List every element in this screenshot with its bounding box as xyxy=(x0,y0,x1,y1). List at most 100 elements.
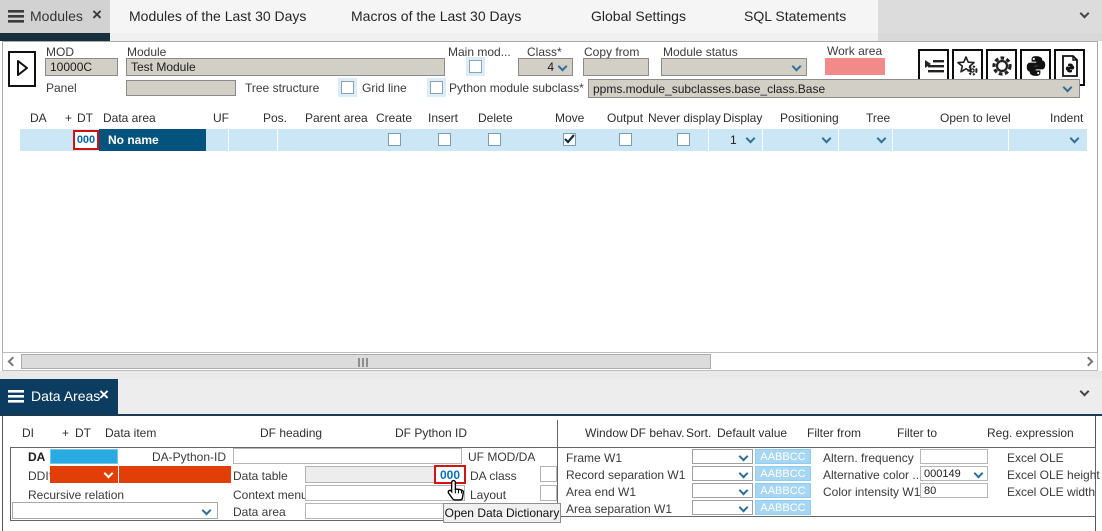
chevron-down-icon xyxy=(1063,83,1073,93)
chevron-down-icon xyxy=(202,506,212,516)
da-label: DA xyxy=(28,450,45,464)
col-data-item: Data item xyxy=(105,426,156,440)
uf-mod-da-label: UF MOD/DA xyxy=(468,450,535,464)
tab-data-areas-close-icon[interactable]: × xyxy=(99,385,109,405)
frame-w1-select[interactable] xyxy=(692,449,753,464)
scrollbar-thumb[interactable] xyxy=(21,354,711,369)
row-data-area-cell[interactable]: No name xyxy=(99,129,206,151)
tab-modules-close-icon[interactable]: × xyxy=(92,5,102,25)
chevron-down-icon xyxy=(739,503,749,513)
copy-from-input[interactable] xyxy=(583,58,649,76)
row-dt-cell[interactable]: 000 xyxy=(73,130,99,150)
menu-icon[interactable] xyxy=(8,390,24,406)
class-label: Class* xyxy=(527,45,562,59)
mod-input[interactable]: 10000C xyxy=(45,58,118,76)
tab-underline-fill-right xyxy=(878,33,1102,41)
row-move-checkbox[interactable] xyxy=(563,133,576,146)
context-menu-label: Context menu xyxy=(233,488,308,502)
play-icon xyxy=(15,59,29,80)
checkmark-icon xyxy=(564,133,575,147)
tab-data-areas-label: Data Areas xyxy=(31,388,100,404)
panel-input[interactable] xyxy=(126,80,236,96)
recursive-relation-label: Recursive relation xyxy=(28,488,124,502)
layout-input[interactable] xyxy=(540,485,557,501)
da-python-id-input[interactable] xyxy=(233,448,462,464)
area-end-w1-color-field[interactable]: AABBCC xyxy=(755,483,811,498)
col-sort: Sort. xyxy=(686,426,711,440)
row-delete-checkbox[interactable] xyxy=(488,133,501,146)
menu-icon[interactable] xyxy=(8,10,24,26)
row-insert-checkbox[interactable] xyxy=(438,133,451,146)
area-separation-w1-select[interactable] xyxy=(692,500,753,515)
data-area-input[interactable] xyxy=(305,503,465,519)
col-plus[interactable]: + xyxy=(65,111,72,125)
main-mod-label: Main mod... xyxy=(448,45,511,59)
scroll-left-button[interactable] xyxy=(3,353,19,370)
col-reg-expression: Reg. expression xyxy=(987,426,1074,440)
col-df-behav: DF behav. xyxy=(630,426,684,440)
recursive-relation-select[interactable] xyxy=(12,502,218,519)
chevron-down-icon xyxy=(739,469,749,479)
copy-from-label: Copy from xyxy=(584,45,639,59)
tab-modules[interactable]: Modules × xyxy=(0,0,110,33)
col-pos: Pos. xyxy=(263,111,287,125)
frame-w1-color-field[interactable]: AABBCC xyxy=(755,449,811,464)
col-df-python-id: DF Python ID xyxy=(395,426,467,440)
python-module-subclass-checkbox[interactable] xyxy=(430,81,443,94)
row-never-display-checkbox[interactable] xyxy=(677,133,690,146)
module-status-label: Module status xyxy=(663,45,738,59)
chevron-left-icon xyxy=(8,357,18,367)
run-module-button[interactable] xyxy=(8,51,36,87)
tab-sql-statements[interactable]: SQL Statements xyxy=(744,8,846,24)
col-default-value: Default value xyxy=(717,426,787,440)
col-dt: DT xyxy=(77,111,93,125)
col-plus2[interactable]: + xyxy=(62,426,69,440)
layout-label: Layout xyxy=(470,488,506,502)
col-parent-area: Parent area xyxy=(305,111,368,125)
tab-data-areas[interactable]: Data Areas × xyxy=(0,379,118,414)
color-intensity-w1-input[interactable]: 80 xyxy=(920,483,988,498)
col-display: Display xyxy=(723,111,762,125)
context-menu-input[interactable] xyxy=(305,485,465,501)
frame-w1-label: Frame W1 xyxy=(566,451,622,465)
tab-modules-last-30-days[interactable]: Modules of the Last 30 Days xyxy=(129,8,306,24)
record-separation-w1-select[interactable] xyxy=(692,466,753,481)
col-di: DI xyxy=(22,426,34,440)
col-indent: Indent xyxy=(1050,111,1083,125)
tab-global-settings[interactable]: Global Settings xyxy=(591,8,686,24)
area-separation-w1-label: Area separation W1 xyxy=(566,502,672,516)
excel-ole-height-label: Excel OLE height xyxy=(1007,468,1100,482)
row-output-checkbox[interactable] xyxy=(619,133,632,146)
row-create-checkbox[interactable] xyxy=(388,133,401,146)
da-field[interactable] xyxy=(50,449,118,464)
work-area-field[interactable] xyxy=(825,58,885,75)
da-class-input[interactable] xyxy=(540,466,557,482)
grid-line-checkbox[interactable] xyxy=(341,81,354,94)
record-separation-w1-color-field[interactable]: AABBCC xyxy=(755,466,811,481)
row-display-value[interactable]: 1 xyxy=(730,133,737,147)
altern-frequency-input[interactable] xyxy=(920,449,988,464)
tab-macros-last-30-days[interactable]: Macros of the Last 30 Days xyxy=(351,8,521,24)
col-open-to-level: Open to level xyxy=(940,111,1011,125)
mod-label: MOD xyxy=(46,45,74,59)
record-separation-w1-label: Record separation W1 xyxy=(566,468,685,482)
chevron-down-icon xyxy=(792,62,802,72)
alternative-color-select[interactable]: 000149 xyxy=(920,466,988,481)
chevron-right-icon xyxy=(1084,357,1094,367)
module-status-select[interactable] xyxy=(661,58,807,76)
python-file-icon xyxy=(1060,55,1080,80)
python-module-subclass-select[interactable]: ppms.module_subclasses.base_class.Base xyxy=(588,79,1080,98)
area-separation-w1-color-field[interactable]: AABBCC xyxy=(755,500,811,515)
ddi-field[interactable] xyxy=(119,466,231,483)
col-tree: Tree xyxy=(866,111,890,125)
module-label: Module xyxy=(127,45,166,59)
class-select[interactable]: 4 xyxy=(518,58,573,76)
scroll-right-button[interactable] xyxy=(1081,353,1097,370)
panel-label: Panel xyxy=(46,81,77,95)
ddi-select[interactable] xyxy=(50,466,118,483)
tab-underline-fill xyxy=(110,33,878,41)
main-mod-checkbox[interactable] xyxy=(469,60,482,73)
work-area-label: Work area xyxy=(827,44,882,58)
module-input[interactable]: Test Module xyxy=(126,58,445,76)
area-end-w1-select[interactable] xyxy=(692,483,753,498)
